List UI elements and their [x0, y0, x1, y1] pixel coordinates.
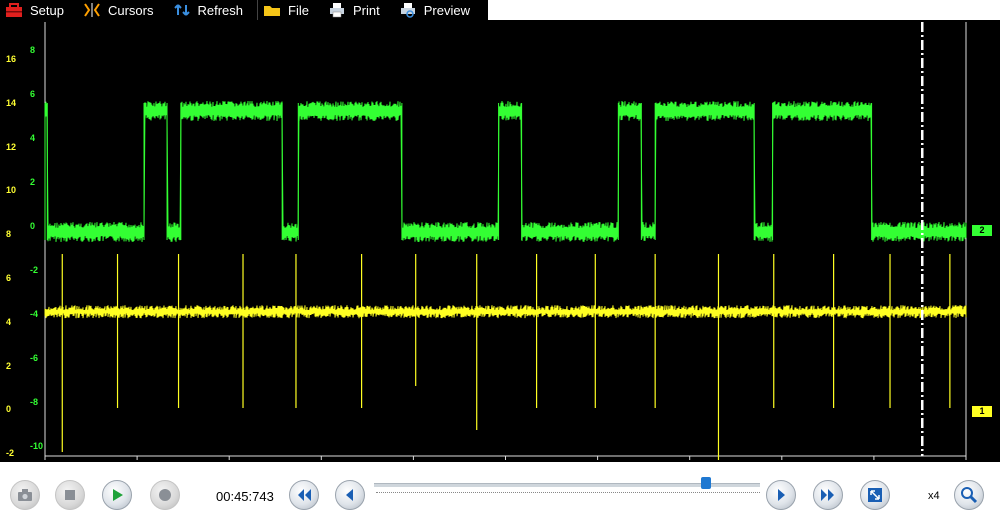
- chevron-right-icon: [778, 489, 785, 501]
- zoom-level: x4: [928, 490, 940, 502]
- print-preview-icon: [400, 3, 415, 18]
- cursors-icon: [84, 3, 100, 17]
- setup-label: Setup: [30, 2, 64, 18]
- channel-1-trace: [44, 305, 967, 319]
- channel-2-badge[interactable]: 2: [972, 225, 992, 236]
- setup-button[interactable]: Setup: [0, 0, 78, 20]
- double-chevron-left-icon: [298, 489, 311, 501]
- y-left-tick-label: 0: [6, 404, 12, 415]
- refresh-label: Refresh: [197, 2, 244, 18]
- play-icon: [113, 489, 123, 501]
- time-readout: 00:45:743: [216, 489, 274, 504]
- y-right-tick-label: -10: [30, 441, 44, 451]
- zoom-fit-button[interactable]: [860, 480, 890, 510]
- print-label: Print: [352, 2, 380, 18]
- refresh-button[interactable]: Refresh: [168, 0, 258, 20]
- channel-2-trace: [44, 100, 967, 242]
- zoom-button[interactable]: [954, 480, 984, 510]
- y-right-tick-label: 8: [30, 45, 36, 55]
- y-left-tick-label: -2: [6, 448, 15, 459]
- y-left-tick-label: 16: [6, 54, 17, 64]
- y-left-tick-label: 2: [6, 360, 12, 371]
- record-button[interactable]: [150, 480, 180, 510]
- playback-controls: 00:45:743 x4: [0, 462, 1000, 515]
- y-left-tick-label: 12: [6, 141, 17, 152]
- camera-icon: [18, 489, 32, 501]
- cursors-button[interactable]: Cursors: [78, 0, 168, 20]
- stop-icon: [65, 490, 75, 500]
- step-forward-button[interactable]: [766, 480, 796, 510]
- play-button[interactable]: [102, 480, 132, 510]
- y-right-tick-label: 4: [30, 133, 36, 143]
- magnifier-icon: [961, 487, 978, 504]
- y-right-tick-label: 0: [30, 221, 36, 231]
- scope-display[interactable]: 1614121086420-286420-2-4-6-8-10 04080120…: [0, 20, 1000, 482]
- y-left-tick-label: 8: [6, 229, 12, 240]
- waveform-plot[interactable]: [0, 20, 1000, 460]
- stop-button[interactable]: [55, 480, 85, 510]
- zoom-fit-icon: [868, 488, 882, 502]
- toolbox-icon: [6, 3, 22, 17]
- printer-icon: [329, 3, 344, 18]
- y-right-tick-label: -2: [30, 265, 39, 275]
- y-left-tick-label: 14: [6, 97, 17, 108]
- step-back-button[interactable]: [335, 480, 365, 510]
- toolbar: Setup Cursors Refresh File Print Preview: [0, 0, 488, 20]
- toolbar-blank-area: [488, 0, 1000, 20]
- double-chevron-right-icon: [821, 489, 834, 501]
- chevron-left-icon: [346, 489, 353, 501]
- skip-to-start-button[interactable]: [289, 480, 319, 510]
- y-right-tick-label: 2: [30, 177, 36, 187]
- playback-slider-thumb[interactable]: [700, 477, 711, 489]
- y-left-tick-label: 10: [6, 185, 17, 196]
- y-right-tick-label: -8: [30, 397, 39, 407]
- playback-slider-dotted-guide: [376, 492, 760, 493]
- folder-icon: [264, 6, 281, 16]
- preview-label: Preview: [423, 2, 470, 18]
- refresh-icon: [173, 4, 190, 16]
- preview-button[interactable]: Preview: [394, 0, 484, 20]
- cursors-label: Cursors: [107, 2, 154, 18]
- y-right-tick-label: -6: [30, 353, 39, 363]
- file-button[interactable]: File: [258, 0, 323, 20]
- channel-1-badge[interactable]: 1: [972, 406, 992, 417]
- print-button[interactable]: Print: [323, 0, 394, 20]
- record-icon: [159, 489, 171, 501]
- capture-button[interactable]: [10, 480, 40, 510]
- skip-to-end-button[interactable]: [813, 480, 843, 510]
- y-right-tick-label: 6: [30, 89, 36, 99]
- y-right-tick-label: -4: [30, 309, 39, 319]
- y-left-tick-label: 6: [6, 273, 12, 283]
- y-left-tick-label: 4: [6, 316, 12, 327]
- file-label: File: [288, 2, 309, 18]
